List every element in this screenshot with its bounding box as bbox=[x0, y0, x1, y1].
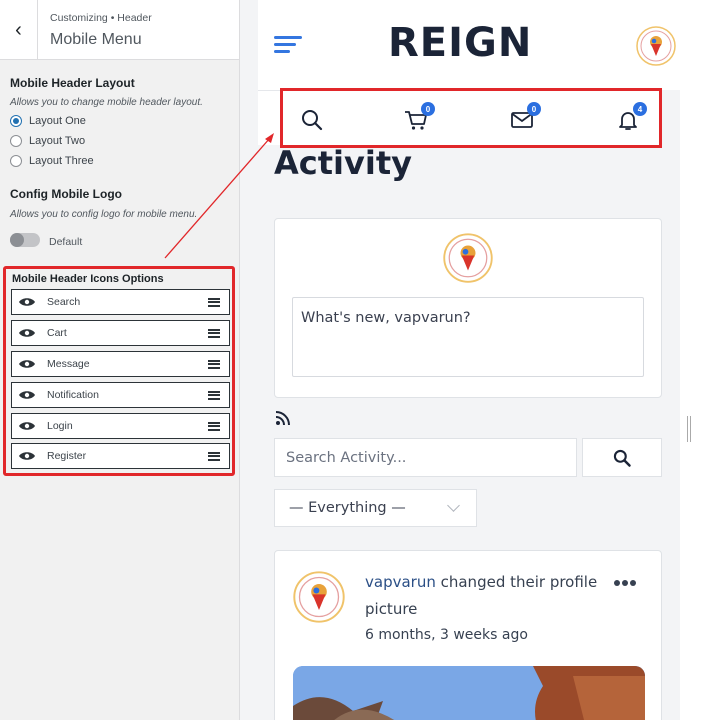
user-avatar bbox=[443, 233, 493, 283]
eye-icon[interactable] bbox=[19, 390, 35, 400]
icon-option-search[interactable]: Search bbox=[11, 289, 230, 315]
drag-handle-icon[interactable] bbox=[208, 390, 220, 400]
filter-value: — Everything — bbox=[289, 500, 406, 516]
icon-option-label: Notification bbox=[47, 389, 99, 401]
icon-option-label: Cart bbox=[47, 327, 67, 339]
radio-label: Layout Two bbox=[29, 135, 86, 147]
layout-description: Allows you to change mobile header layou… bbox=[10, 97, 203, 108]
user-avatar[interactable] bbox=[636, 26, 676, 66]
more-options-icon[interactable] bbox=[613, 579, 637, 587]
back-button[interactable]: ‹ bbox=[0, 0, 38, 60]
icon-option-message[interactable]: Message bbox=[11, 351, 230, 377]
eye-icon[interactable] bbox=[19, 421, 35, 431]
hamburger-menu-icon[interactable] bbox=[274, 36, 302, 53]
customizer-panel: ‹ Customizing • Header Mobile Menu Mobil… bbox=[0, 0, 240, 720]
icons-highlight-frame bbox=[280, 88, 662, 148]
drag-handle-icon[interactable] bbox=[208, 359, 220, 369]
icon-option-label: Login bbox=[47, 420, 73, 432]
activity-image[interactable] bbox=[293, 666, 645, 720]
icon-option-label: Message bbox=[47, 358, 90, 370]
activity-filter-select[interactable]: — Everything — bbox=[274, 489, 477, 527]
whats-new-input[interactable]: What's new, vapvarun? bbox=[292, 297, 644, 377]
icons-options-title: Mobile Header Icons Options bbox=[12, 273, 164, 285]
drag-handle-icon[interactable] bbox=[208, 297, 220, 307]
activity-timestamp[interactable]: 6 months, 3 weeks ago bbox=[365, 627, 528, 643]
site-header: REIGN bbox=[258, 0, 680, 90]
drag-handle-icon[interactable] bbox=[208, 421, 220, 431]
icon-option-login[interactable]: Login bbox=[11, 413, 230, 439]
post-form: What's new, vapvarun? bbox=[274, 218, 662, 398]
eye-icon[interactable] bbox=[19, 297, 35, 307]
site-preview: REIGN 0 0 4 Activity What's new, vapvaru… bbox=[240, 0, 680, 720]
activity-user-link[interactable]: vapvarun bbox=[365, 573, 436, 591]
layout-title: Mobile Header Layout bbox=[10, 76, 135, 90]
site-logo[interactable]: REIGN bbox=[388, 20, 532, 66]
eye-icon[interactable] bbox=[19, 451, 35, 461]
user-avatar[interactable] bbox=[293, 571, 345, 623]
search-icon bbox=[613, 449, 631, 467]
logo-title: Config Mobile Logo bbox=[10, 187, 122, 201]
icon-option-register[interactable]: Register bbox=[11, 443, 230, 469]
search-activity-input[interactable]: Search Activity... bbox=[274, 438, 577, 477]
radio-layout-one[interactable]: Layout One bbox=[10, 115, 86, 127]
section-title: Mobile Menu bbox=[50, 31, 142, 48]
radio-label: Layout One bbox=[29, 115, 86, 127]
chevron-left-icon: ‹ bbox=[15, 18, 22, 41]
icon-option-notification[interactable]: Notification bbox=[11, 382, 230, 408]
logo-toggle-label: Default bbox=[49, 236, 83, 248]
radio-checked-icon bbox=[10, 115, 22, 127]
icon-option-label: Register bbox=[47, 450, 87, 462]
drag-handle-icon[interactable] bbox=[208, 451, 220, 461]
panel-header: ‹ Customizing • Header Mobile Menu bbox=[0, 0, 239, 60]
breadcrumb: Customizing • Header bbox=[50, 12, 152, 24]
scrollbar-track bbox=[680, 0, 712, 720]
radio-icon bbox=[10, 135, 22, 147]
eye-icon[interactable] bbox=[19, 328, 35, 338]
logo-description: Allows you to config logo for mobile men… bbox=[10, 209, 198, 220]
drag-handle-icon[interactable] bbox=[208, 328, 220, 338]
icon-option-cart[interactable]: Cart bbox=[11, 320, 230, 346]
logo-toggle[interactable] bbox=[10, 233, 40, 247]
page-title: Activity bbox=[274, 144, 412, 182]
icon-option-label: Search bbox=[47, 296, 81, 308]
rss-icon[interactable] bbox=[275, 410, 291, 426]
scrollbar-grip[interactable] bbox=[687, 416, 691, 442]
activity-text: vapvarun changed their profile picture bbox=[365, 569, 615, 623]
activity-item: vapvarun changed their profile picture 6… bbox=[274, 550, 662, 720]
search-button[interactable] bbox=[582, 438, 662, 477]
radio-layout-three[interactable]: Layout Three bbox=[10, 155, 94, 167]
header-icons-options: Mobile Header Icons Options Search Cart … bbox=[3, 266, 235, 476]
radio-icon bbox=[10, 155, 22, 167]
eye-icon[interactable] bbox=[19, 359, 35, 369]
radio-label: Layout Three bbox=[29, 155, 94, 167]
chevron-down-icon bbox=[447, 499, 460, 512]
radio-layout-two[interactable]: Layout Two bbox=[10, 135, 85, 147]
